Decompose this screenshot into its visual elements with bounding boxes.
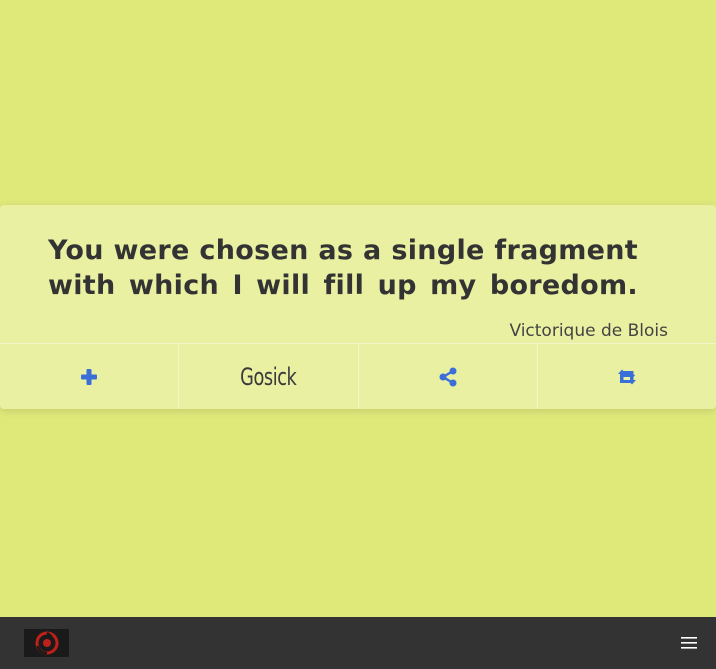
share-icon — [438, 367, 458, 387]
source-label: Gosick — [240, 362, 297, 391]
new-quote-button[interactable] — [538, 344, 716, 409]
quote-actions: Gosick — [0, 343, 716, 409]
quote-author: Victorique de Blois — [509, 321, 668, 341]
quote-card: You were chosen as a single fragment wit… — [0, 205, 716, 409]
page: You were chosen as a single fragment wit… — [0, 0, 716, 669]
footer-bar — [0, 617, 716, 669]
add-button[interactable] — [0, 344, 180, 409]
logo-icon[interactable] — [24, 629, 69, 657]
share-button[interactable] — [359, 344, 538, 409]
retweet-icon — [615, 368, 639, 386]
plus-icon — [80, 368, 98, 386]
quote-text: You were chosen as a single fragment wit… — [48, 235, 638, 301]
source-button[interactable]: Gosick — [179, 344, 359, 409]
hamburger-menu-icon[interactable] — [680, 635, 698, 651]
